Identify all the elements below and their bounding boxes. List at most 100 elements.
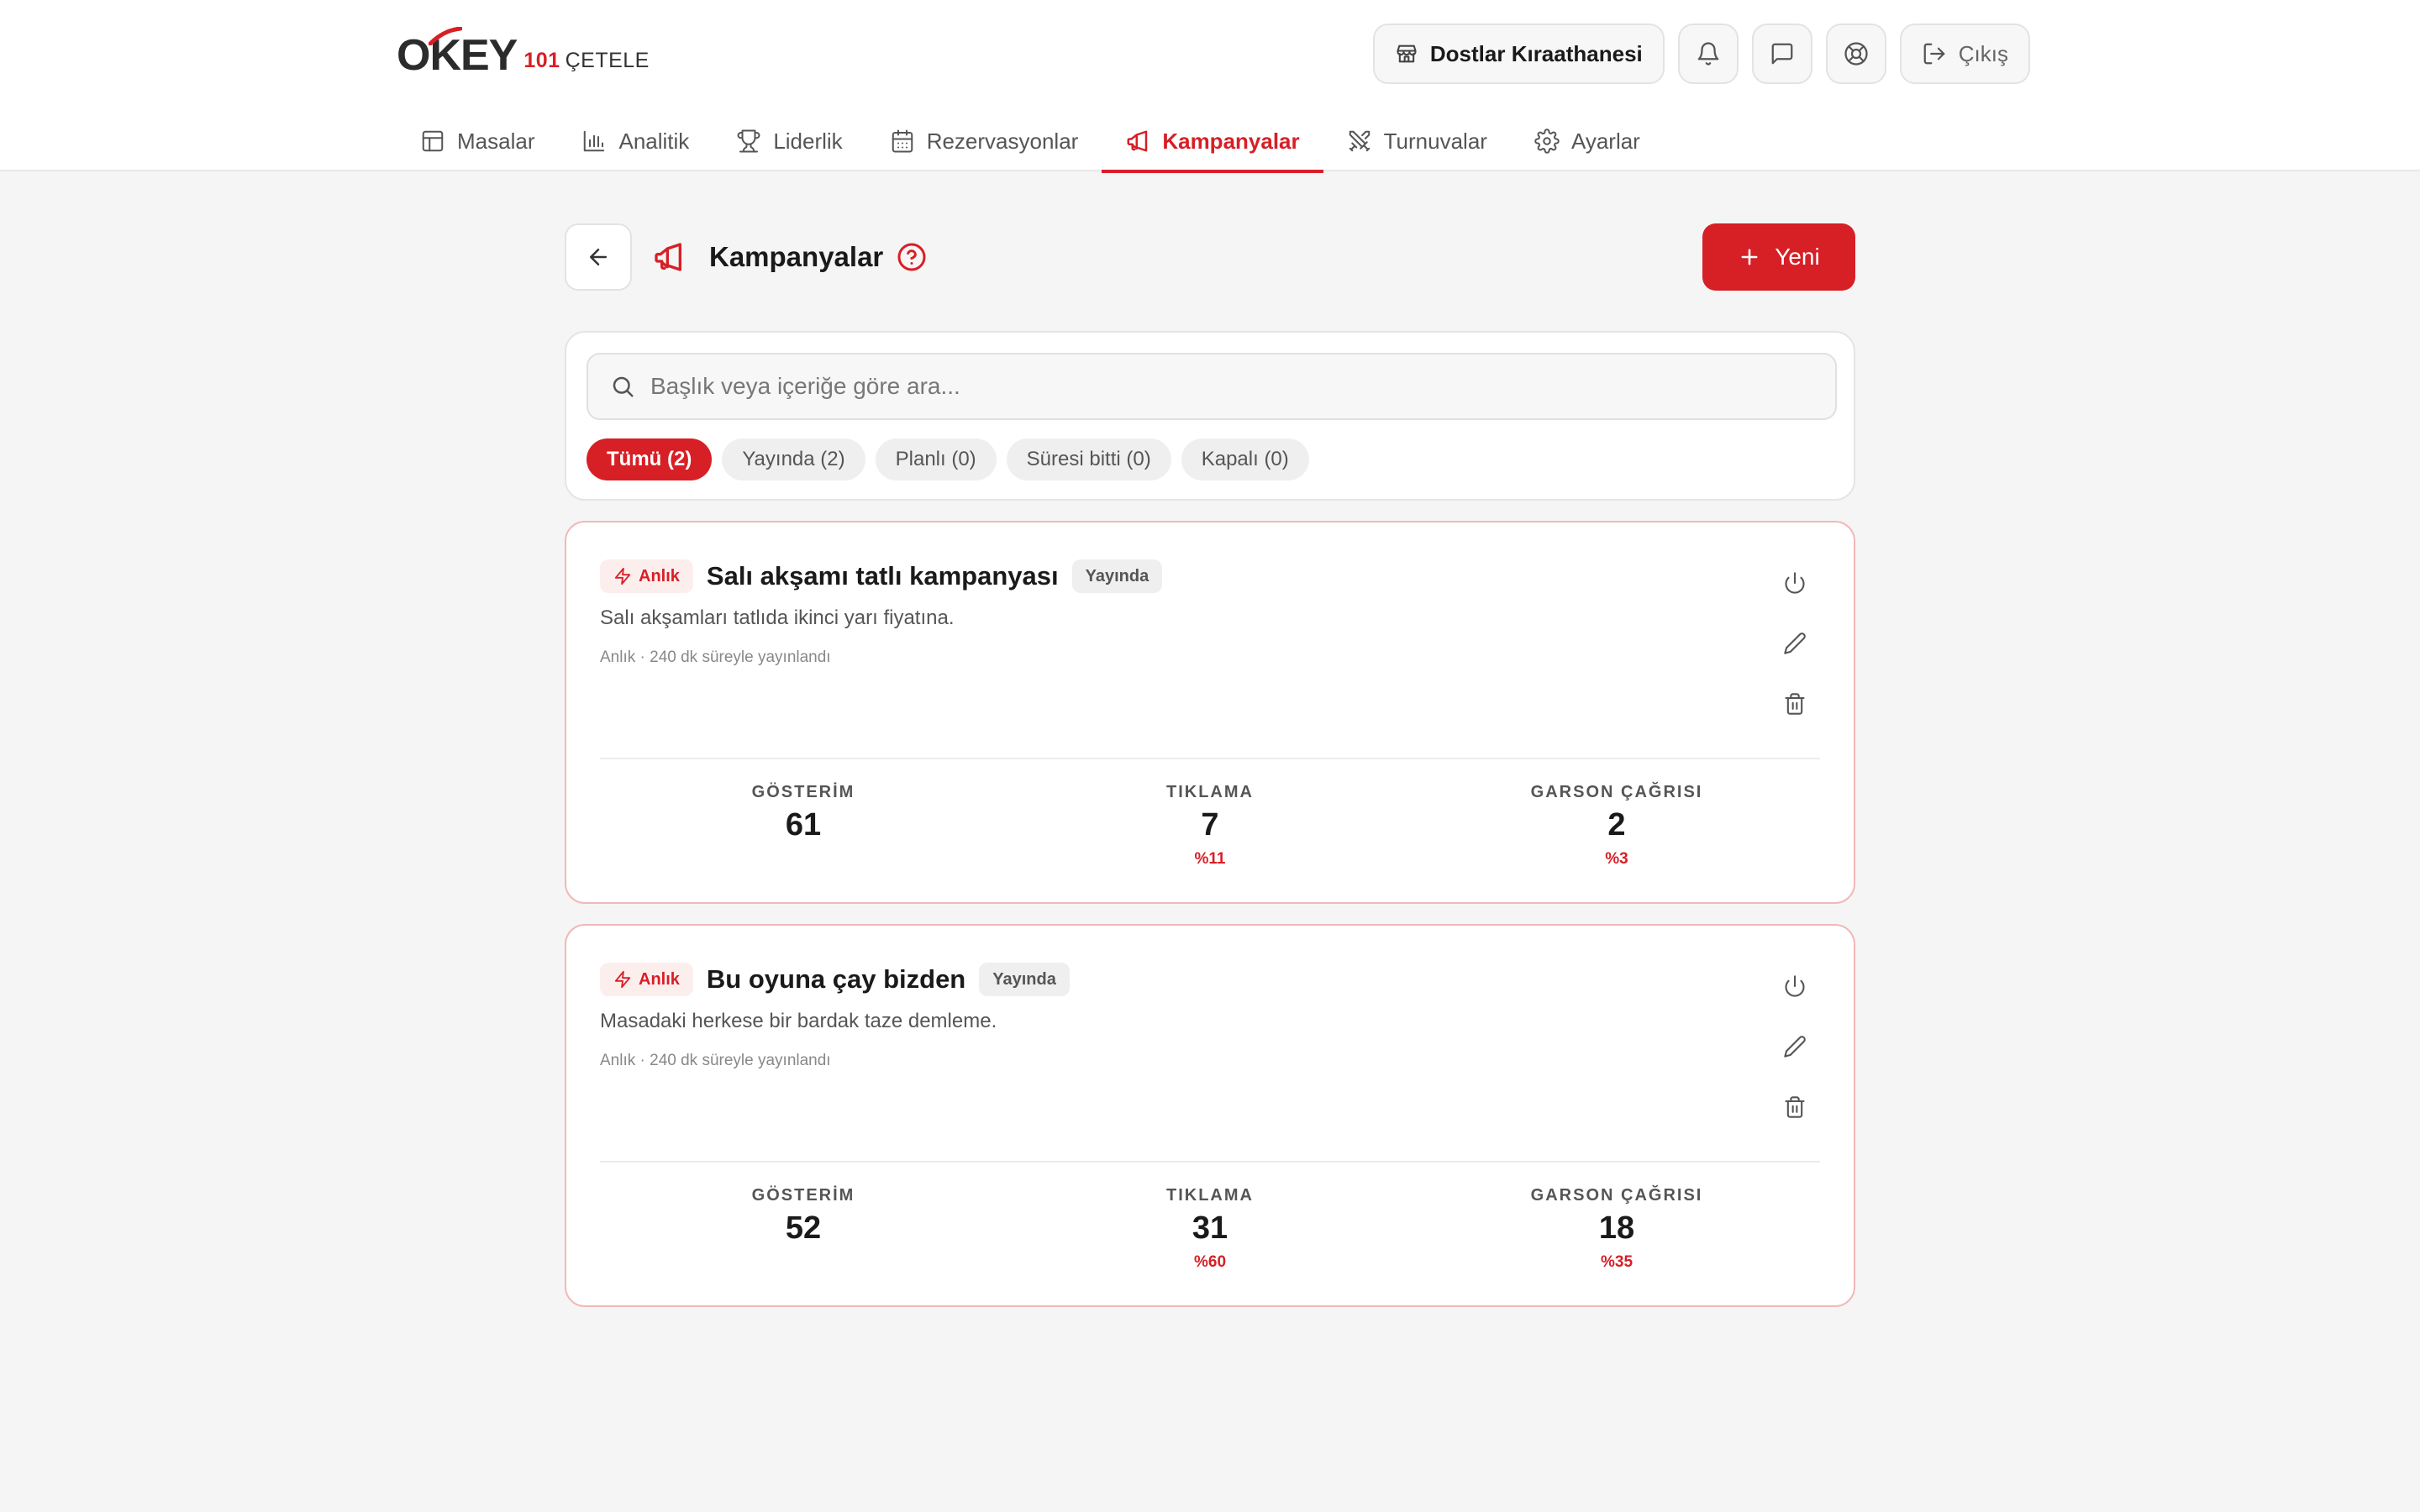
- stat-impressions: GÖSTERİM 52: [600, 1186, 1007, 1272]
- stat-percent: %3: [1605, 850, 1628, 868]
- power-icon: [1785, 572, 1805, 594]
- stat-value: 61: [785, 807, 822, 843]
- pencil-icon: [1784, 1036, 1806, 1058]
- plus-icon: [1741, 249, 1758, 265]
- nav-label: Liderlik: [773, 128, 843, 154]
- edit-button[interactable]: [1780, 1032, 1810, 1062]
- nav-label: Kampanyalar: [1162, 128, 1300, 154]
- delete-button[interactable]: [1780, 689, 1810, 719]
- stat-clicks: TIKLAMA 7 %11: [1007, 783, 1413, 869]
- campaign-type-badge: Anlık: [600, 963, 693, 996]
- logo[interactable]: OKEY 101 ÇETELE: [397, 27, 650, 81]
- notifications-button[interactable]: [1677, 24, 1739, 84]
- filter-chip-closed[interactable]: Kapalı (0): [1181, 438, 1309, 480]
- campaign-actions: [1780, 568, 1810, 719]
- header-actions: Dostlar Kıraathanesi Çıkış: [1372, 24, 2030, 84]
- back-button[interactable]: [565, 223, 632, 291]
- campaign-stats: GÖSTERİM 61 TIKLAMA 7 %11 GARSON ÇAĞRISI…: [600, 783, 1820, 869]
- campaign-type-label: Anlık: [639, 969, 680, 989]
- trophy-icon: [737, 129, 760, 153]
- message-icon: [1771, 43, 1793, 65]
- campaign-header: Anlık Bu oyuna çay bizden Yayında: [600, 963, 1070, 996]
- nav-item-rezervasyonlar[interactable]: Rezervasyonlar: [866, 111, 1102, 171]
- toggle-power-button[interactable]: [1780, 568, 1810, 598]
- bar-chart-icon: [584, 130, 605, 152]
- campaign-description: Masadaki herkese bir bardak taze demleme…: [600, 1010, 997, 1032]
- search-input[interactable]: [650, 373, 1810, 400]
- campaign-title: Salı akşamı tatlı kampanyası: [706, 561, 1059, 591]
- stat-clicks: TIKLAMA 31 %60: [1007, 1186, 1413, 1272]
- trash-icon: [1785, 1096, 1805, 1118]
- page-title-group: Kampanyalar: [652, 223, 927, 291]
- stat-percent: %60: [1193, 1253, 1227, 1271]
- status-filters: Tümü (2) Yayında (2) Planlı (0) Süresi b…: [587, 438, 1309, 480]
- stat-impressions: GÖSTERİM 61: [600, 783, 1007, 869]
- stat-waiter-calls: GARSON ÇAĞRISI 18 %35: [1413, 1186, 1820, 1272]
- lightning-icon: [614, 567, 631, 585]
- stat-label: TIKLAMA: [1166, 1186, 1254, 1205]
- swords-icon: [1349, 130, 1370, 152]
- nav-item-masalar[interactable]: Masalar: [397, 111, 558, 171]
- nav-label: Analitik: [618, 128, 690, 154]
- campaign-type-label: Anlık: [639, 566, 680, 585]
- filter-chip-live[interactable]: Yayında (2): [722, 438, 865, 480]
- venue-name: Dostlar Kıraathanesi: [1429, 40, 1643, 66]
- campaign-meta: Anlık · 240 dk süreyle yayınlandı: [600, 648, 831, 666]
- campaign-actions: [1780, 971, 1810, 1122]
- page-header: Kampanyalar Yeni: [565, 223, 1855, 291]
- filter-chip-all[interactable]: Tümü (2): [587, 438, 713, 480]
- toggle-power-button[interactable]: [1780, 971, 1810, 1001]
- nav-item-liderlik[interactable]: Liderlik: [713, 111, 865, 171]
- logout-button[interactable]: Çıkış: [1899, 24, 2030, 84]
- campaign-status-badge: Yayında: [979, 963, 1070, 996]
- new-campaign-button[interactable]: Yeni: [1702, 223, 1855, 291]
- stat-value: 52: [785, 1210, 822, 1246]
- divider: [600, 758, 1820, 759]
- nav-label: Rezervasyonlar: [926, 128, 1079, 154]
- nav-item-kampanyalar[interactable]: Kampanyalar: [1102, 111, 1323, 173]
- megaphone-icon: [1127, 130, 1148, 152]
- nav-item-turnuvalar[interactable]: Turnuvalar: [1323, 111, 1511, 171]
- stat-waiter-calls: GARSON ÇAĞRISI 2 %3: [1413, 783, 1820, 869]
- power-icon: [1785, 975, 1805, 997]
- campaign-status-badge: Yayında: [1071, 559, 1163, 593]
- page-title: Kampanyalar: [709, 241, 884, 272]
- stat-label: GARSON ÇAĞRISI: [1530, 1186, 1703, 1205]
- venue-button[interactable]: Dostlar Kıraathanesi: [1372, 24, 1665, 84]
- stat-percent: %11: [1194, 850, 1226, 868]
- stat-label: GÖSTERİM: [751, 783, 855, 801]
- stat-value: 2: [1607, 807, 1626, 843]
- logo-wordmark: OKEY: [397, 27, 518, 81]
- stat-value: 31: [1192, 1210, 1228, 1246]
- campaign-description: Salı akşamları tatlıda ikinci yarı fiyat…: [600, 606, 955, 629]
- table-icon: [422, 130, 444, 152]
- new-button-label: Yeni: [1775, 244, 1820, 270]
- campaign-stats: GÖSTERİM 52 TIKLAMA 31 %60 GARSON ÇAĞRIS…: [600, 1186, 1820, 1272]
- help-circle-icon[interactable]: [897, 242, 927, 272]
- logout-label: Çıkış: [1958, 40, 2008, 66]
- stat-value: 7: [1201, 807, 1219, 843]
- search-icon: [613, 376, 634, 397]
- store-icon: [1397, 45, 1417, 63]
- filter-chip-scheduled[interactable]: Planlı (0): [875, 438, 997, 480]
- stat-value: 18: [1598, 1210, 1635, 1246]
- main-nav: Masalar Analitik Liderlik Rezervasyonlar…: [397, 111, 1664, 173]
- nav-label: Turnuvalar: [1383, 128, 1487, 154]
- help-support-button[interactable]: [1825, 24, 1886, 84]
- megaphone-icon: [655, 243, 681, 271]
- stat-label: GÖSTERİM: [751, 1186, 855, 1205]
- filter-chip-expired[interactable]: Süresi bitti (0): [1006, 438, 1171, 480]
- gear-icon: [1534, 129, 1560, 154]
- campaign-card: Anlık Bu oyuna çay bizden Yayında Masada…: [565, 924, 1855, 1307]
- calendar-icon: [892, 129, 913, 153]
- nav-item-analitik[interactable]: Analitik: [558, 111, 713, 171]
- messages-button[interactable]: [1751, 24, 1812, 84]
- app-header: OKEY 101 ÇETELE Dostlar Kıraathanesi Çık…: [0, 0, 2420, 173]
- edit-button[interactable]: [1780, 628, 1810, 659]
- nav-item-ayarlar[interactable]: Ayarlar: [1511, 111, 1664, 171]
- search-filter-card: Tümü (2) Yayında (2) Planlı (0) Süresi b…: [565, 331, 1855, 501]
- campaign-header: Anlık Salı akşamı tatlı kampanyası Yayın…: [600, 559, 1163, 593]
- delete-button[interactable]: [1780, 1092, 1810, 1122]
- bell-icon: [1697, 42, 1719, 66]
- search-box[interactable]: [587, 353, 1837, 420]
